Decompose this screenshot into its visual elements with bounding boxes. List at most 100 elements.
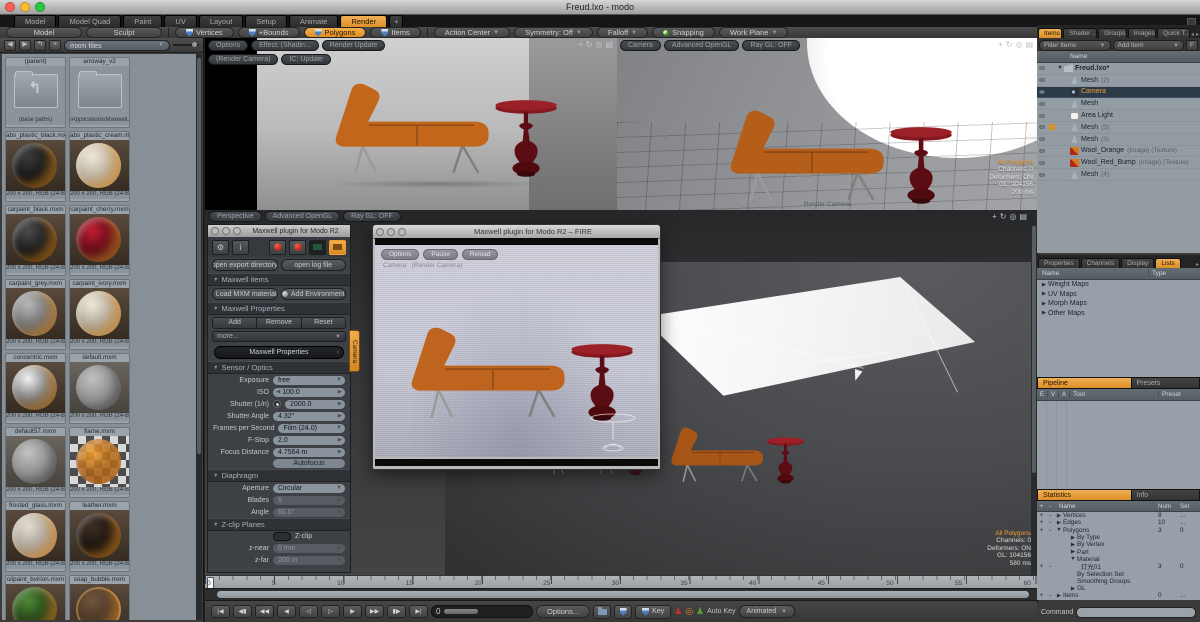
current-frame-field[interactable]: 0 xyxy=(431,605,533,618)
maxwell-fire-window[interactable]: Maxwell plugin for Modo R2 – FIRE Option… xyxy=(372,224,661,470)
preset-item[interactable]: carpaint_black.mxm 200 x 200, RGB (24-Bi… xyxy=(5,205,66,276)
green-actor-icon[interactable]: ♟ xyxy=(696,607,704,616)
item-row[interactable]: Mesh (2) xyxy=(1037,75,1200,87)
tab-scroll-left-icon[interactable]: ◂ xyxy=(1191,31,1194,38)
add-item-dropdown[interactable]: Add Item ▼ xyxy=(1112,40,1184,51)
timeline-scrollbar[interactable] xyxy=(205,588,1037,600)
tab-uv[interactable]: UV xyxy=(164,15,197,27)
fire-window-icon[interactable] xyxy=(329,239,346,255)
tab-scroll-right-icon[interactable]: ▸ xyxy=(1196,31,1199,38)
minimize-icon[interactable] xyxy=(387,227,395,236)
tab-info[interactable]: Info xyxy=(1131,489,1200,501)
tab-pipeline[interactable]: Pipeline xyxy=(1037,377,1132,389)
zoom-icon[interactable]: ◎ xyxy=(595,40,602,49)
step-forward-button[interactable]: ▶▶ xyxy=(365,605,384,618)
scrollbar-thumb[interactable] xyxy=(217,591,1029,598)
shutter-field[interactable]: 2000.0 ▶ xyxy=(285,399,345,409)
autofocus-button[interactable]: Autofocus xyxy=(273,459,345,468)
list-item[interactable]: ▶ Other Maps xyxy=(1037,309,1200,319)
sensor-optics-section-header[interactable]: ▼ Sensor / Optics xyxy=(208,361,350,374)
maxwell-properties-section-header[interactable]: ▼ Maxwell Properties xyxy=(208,302,350,315)
work-plane-dropdown[interactable]: Work Plane ▼ xyxy=(718,27,789,38)
stat-row[interactable]: By Selection Set xyxy=(1037,570,1200,578)
preview-window-icon[interactable] xyxy=(309,239,326,255)
red-actor-icon[interactable]: ♟ xyxy=(674,607,682,616)
ray-gl-tab[interactable]: Ray GL: OFF xyxy=(343,210,401,222)
rotate-icon[interactable]: ↻ xyxy=(1000,212,1007,221)
filter-items-dropdown[interactable]: Filter Items ▼ xyxy=(1039,40,1111,51)
command-input[interactable] xyxy=(1076,607,1196,618)
add-environment-button[interactable]: Add Environment xyxy=(280,288,346,300)
tab-items[interactable]: Items xyxy=(1038,28,1063,38)
step-back-button[interactable]: ◀◀ xyxy=(255,605,274,618)
pan-icon[interactable]: + xyxy=(578,40,583,49)
tab-quick[interactable]: Quick T... xyxy=(1157,28,1190,38)
tab-add[interactable]: + xyxy=(389,15,404,27)
visibility-eye-icon[interactable] xyxy=(1039,160,1045,165)
render-camera-button[interactable]: (Render Camera) xyxy=(208,54,279,65)
go-to-end-button[interactable]: ▶| xyxy=(409,605,428,618)
visibility-eye-icon[interactable] xyxy=(1039,125,1045,130)
stat-row[interactable]: + - ▶ Items 0... xyxy=(1037,592,1200,599)
vertices-mode-button[interactable]: Vertices xyxy=(175,27,234,38)
visibility-eye-icon[interactable] xyxy=(1039,172,1045,177)
open-log-file-button[interactable]: open log file xyxy=(280,259,346,271)
shutter-angle-field[interactable]: 4.32° ▶ xyxy=(273,411,345,421)
add-path-icon[interactable]: + xyxy=(49,39,61,51)
item-row-selected[interactable]: Camera xyxy=(1037,86,1200,99)
visibility-eye-icon[interactable] xyxy=(1039,89,1045,94)
directory-dropdown[interactable]: mxm files ▼ xyxy=(64,39,170,51)
camera-side-tab[interactable]: Camera xyxy=(349,330,360,372)
fire-reload-button[interactable]: Reload xyxy=(461,249,499,260)
previous-key-button[interactable]: ◀▮ xyxy=(233,605,252,618)
diaphragm-section-header[interactable]: ▼ Diaphragm xyxy=(208,469,350,482)
preset-item[interactable]: flame.mxm 200 x 200, RGB (24-Bit) xyxy=(69,427,130,498)
fps-dropdown[interactable]: Film (24.0) ▼ xyxy=(278,423,345,433)
camera-view-tab[interactable]: Camera xyxy=(620,40,661,51)
list-item[interactable]: ▶ Weight Maps xyxy=(1037,280,1200,290)
tab-model[interactable]: Model xyxy=(14,15,57,27)
open-export-directory-button[interactable]: open export directory xyxy=(212,259,278,271)
visibility-eye-icon[interactable] xyxy=(1039,148,1045,153)
folder-button[interactable] xyxy=(593,604,612,619)
close-icon[interactable] xyxy=(211,227,219,235)
reset-button[interactable]: Reset xyxy=(301,318,345,328)
up-directory-icon[interactable]: ↰ xyxy=(34,39,46,51)
stat-row[interactable]: + - ▶ Edges 10... xyxy=(1037,519,1200,526)
list-item[interactable]: ▶ Morph Maps xyxy=(1037,299,1200,309)
tab-groups[interactable]: Groups xyxy=(1098,28,1127,38)
stat-row[interactable]: ▶ GL xyxy=(1037,585,1200,592)
item-row[interactable]: Wool_Red_Bump (Image) (Texture) xyxy=(1037,157,1200,170)
viewport-menu-icon[interactable]: ▤ xyxy=(1019,212,1027,221)
viewport-menu-icon[interactable]: ▤ xyxy=(1025,40,1033,49)
tab-render[interactable]: Render xyxy=(340,15,388,27)
stat-row[interactable]: + - ▼ Polygons 3 0 xyxy=(1037,527,1200,534)
preset-item[interactable]: abs_plastic_cream.mxm 200 x 200, RGB (24… xyxy=(69,131,130,202)
item-row[interactable]: Mesh (3) xyxy=(1037,134,1200,146)
model-mode-button[interactable]: Model xyxy=(6,27,82,38)
focus-distance-field[interactable]: 4.7564 m ▶ xyxy=(273,447,345,457)
animated-dropdown[interactable]: Animated ▼ xyxy=(738,605,796,618)
pan-icon[interactable]: + xyxy=(998,40,1003,49)
render-effect-button[interactable]: Effect: (Shadin... xyxy=(251,40,319,51)
advanced-opengl-tab[interactable]: Advanced OpenGL xyxy=(264,210,341,222)
rotate-icon[interactable]: ↻ xyxy=(1006,40,1013,49)
fire-pause-button[interactable]: Pause xyxy=(423,249,458,260)
preset-item[interactable]: carpaint_cherry.mxm 200 x 200, RGB (24-B… xyxy=(69,205,130,276)
exposure-dropdown[interactable]: free ▼ xyxy=(273,375,345,385)
stat-row[interactable]: ▶ By Vertex xyxy=(1037,541,1200,548)
stat-row[interactable]: + - ▶ Vertices 8... xyxy=(1037,512,1200,519)
next-key-button[interactable]: ▮▶ xyxy=(387,605,406,618)
preset-item[interactable]: default.mxm 200 x 200, RGB (24-Bit) xyxy=(69,353,130,424)
stat-row[interactable]: Smoothing Groups xyxy=(1037,578,1200,585)
browser-scrollbar[interactable] xyxy=(196,54,202,620)
preset-item[interactable]: abs_plastic_black.mxm 200 x 200, RGB (24… xyxy=(5,131,66,202)
zoom-icon[interactable] xyxy=(233,227,241,235)
stat-row[interactable]: ▶ Part xyxy=(1037,548,1200,556)
tab-paint[interactable]: Paint xyxy=(123,15,163,27)
tab-statistics[interactable]: Statistics xyxy=(1037,489,1132,501)
zclip-toggle[interactable] xyxy=(273,532,291,541)
go-to-start-button[interactable]: |◀ xyxy=(211,605,230,618)
tab-properties[interactable]: Properties xyxy=(1038,258,1080,268)
play-reverse-button[interactable]: ◁ xyxy=(299,605,318,618)
